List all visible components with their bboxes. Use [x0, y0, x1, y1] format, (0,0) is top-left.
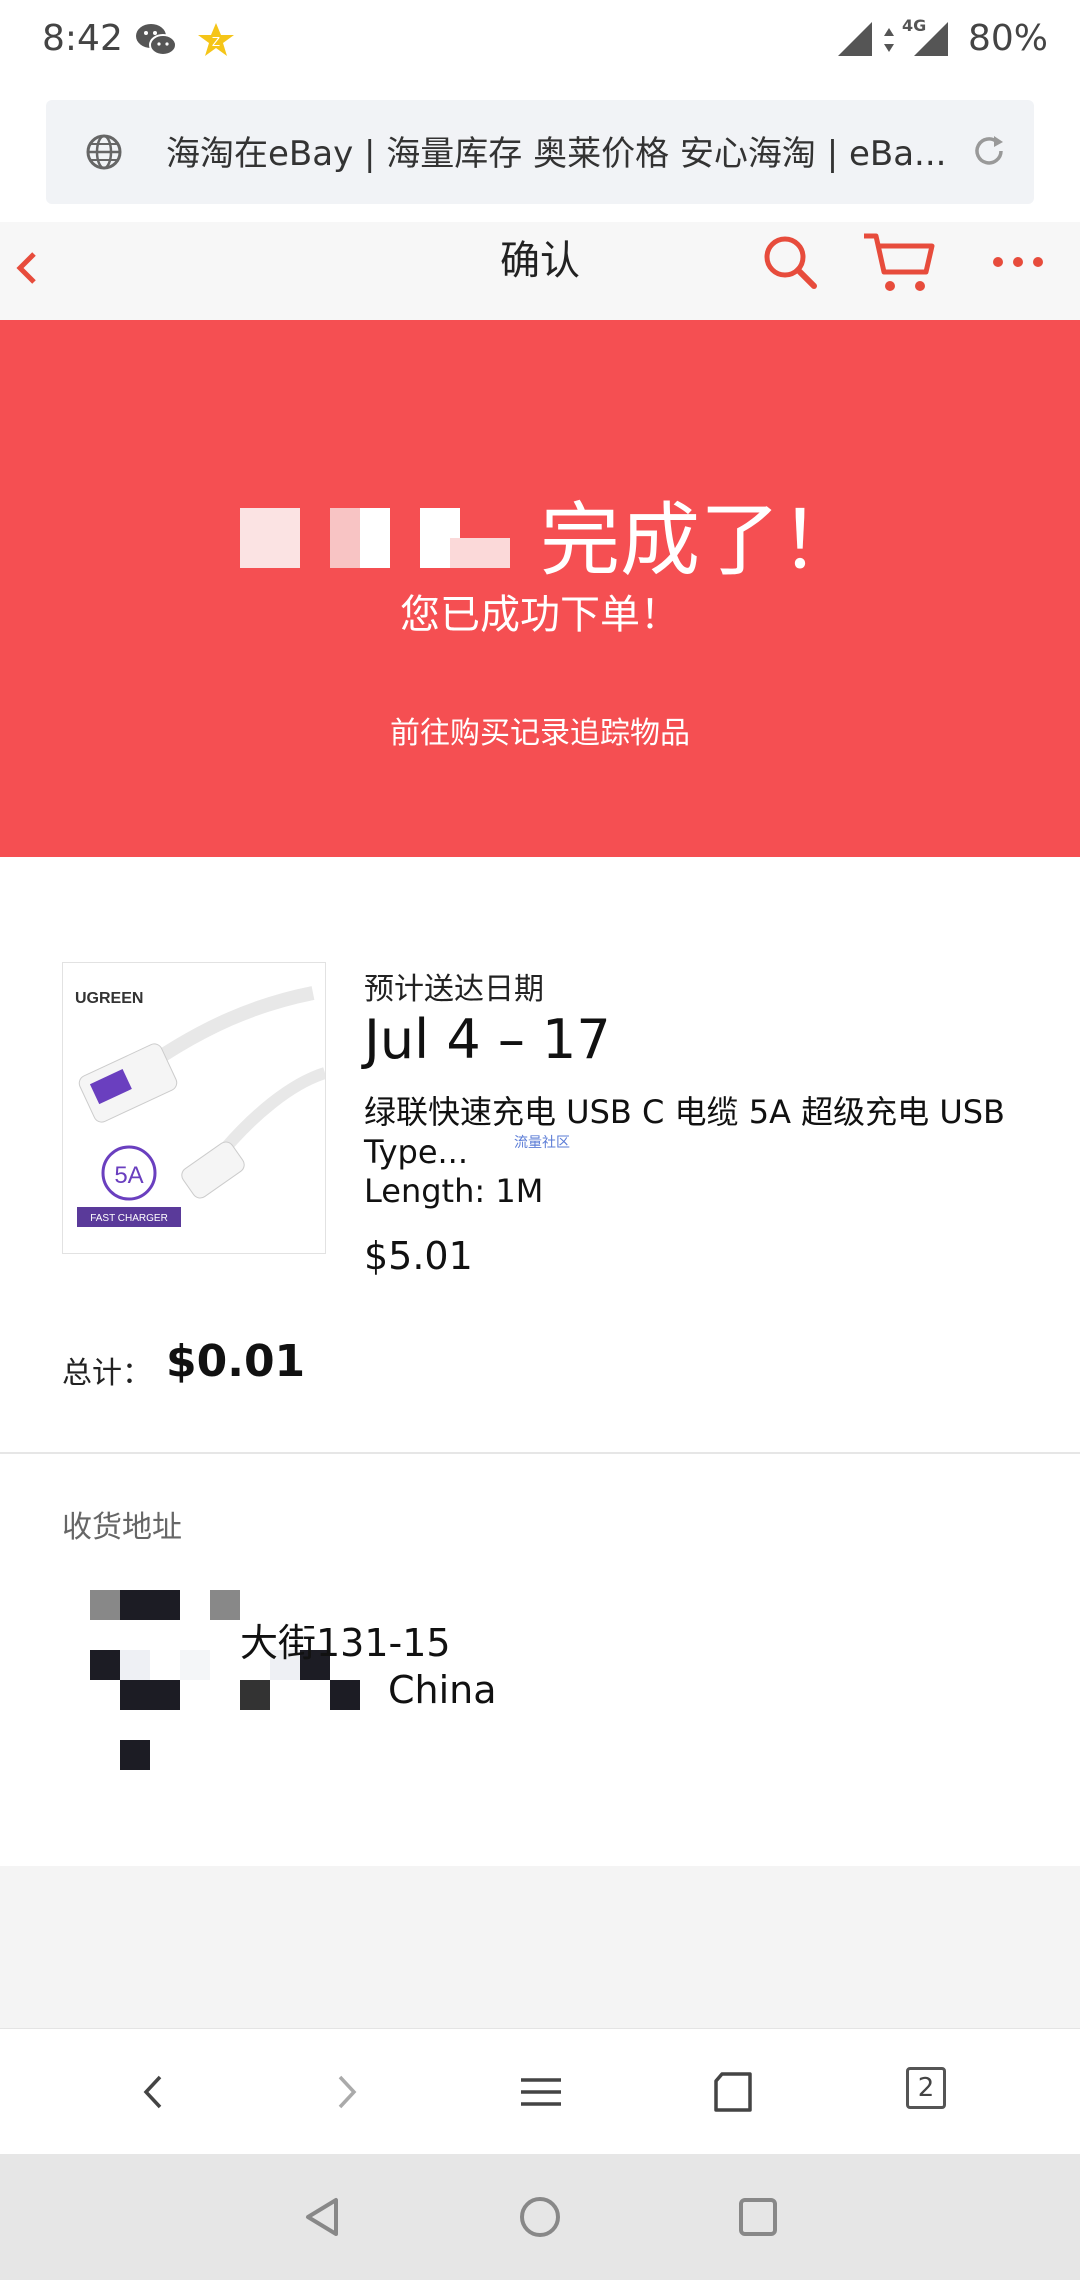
home-icon[interactable] — [708, 2067, 758, 2117]
nav-recents-icon[interactable] — [733, 2192, 783, 2242]
tabs-button[interactable]: 2 — [906, 2067, 946, 2109]
menu-icon[interactable] — [516, 2067, 566, 2117]
address-country: China — [388, 1668, 497, 1712]
track-orders-link[interactable]: 前往购买记录追踪物品 — [0, 708, 1080, 752]
status-time: 8:42 — [42, 18, 123, 59]
data-arrows-icon — [884, 28, 894, 52]
delivery-date: Jul 4 – 17 — [364, 1008, 611, 1071]
delivery-label: 预计送达日期 — [364, 972, 544, 1007]
watermark-text: 流量社区 — [514, 1135, 570, 1151]
browser-back-icon[interactable] — [128, 2067, 178, 2117]
product-caption: FAST CHARGER — [90, 1213, 168, 1224]
success-title: 完成了！ — [540, 494, 860, 587]
signal-4g-icon — [914, 22, 948, 56]
product-brand: UGREEN — [75, 990, 143, 1007]
usb-cable-image: UGREEN 5A FAST CHARGER — [63, 963, 325, 1253]
search-icon[interactable] — [760, 232, 820, 292]
address-heading: 收货地址 — [62, 1510, 182, 1545]
item-variant: Length: 1M — [364, 1172, 544, 1210]
svg-text:Z: Z — [212, 35, 220, 49]
total-value: $0.01 — [166, 1336, 306, 1387]
page-url-title[interactable]: 海淘在eBay | 海量库存 奥莱价格 安心海淘 | eBa... — [166, 126, 986, 175]
wechat-icon — [136, 24, 177, 56]
battery-level: 80% — [968, 18, 1049, 59]
product-badge: 5A — [114, 1162, 143, 1189]
reload-icon[interactable] — [970, 132, 1008, 170]
address-line: 大街131-15 — [240, 1621, 451, 1665]
order-success-banner: 完成了！ 您已成功下单！ 前往购买记录追踪物品 — [0, 320, 1080, 857]
item-title[interactable]: 绿联快速充电 USB C 电缆 5A 超级充电 USB Type... — [364, 1092, 1044, 1172]
url-bar[interactable]: 海淘在eBay | 海量库存 奥莱价格 安心海淘 | eBa... — [46, 100, 1034, 204]
signal-icon — [838, 22, 872, 56]
browser-forward-icon[interactable] — [322, 2067, 372, 2117]
cart-icon[interactable] — [862, 230, 936, 296]
status-bar: 8:42 Z 4G 80% — [0, 0, 1080, 82]
more-options-icon[interactable] — [990, 252, 1046, 272]
nav-back-icon[interactable] — [298, 2192, 348, 2242]
success-subtitle: 您已成功下单！ — [400, 592, 680, 638]
globe-icon — [86, 134, 122, 170]
star-notification-icon: Z — [198, 23, 234, 56]
browser-toolbar: 2 — [0, 2028, 1080, 2154]
page-header: 确认 — [0, 222, 1080, 320]
product-image[interactable]: UGREEN 5A FAST CHARGER — [62, 962, 326, 1254]
nav-home-icon[interactable] — [515, 2192, 565, 2242]
system-nav-bar — [0, 2154, 1080, 2280]
page-footer-area — [0, 1866, 1080, 2028]
section-divider — [0, 1452, 1080, 1454]
total-label: 总计： — [62, 1356, 152, 1391]
item-price: $5.01 — [364, 1234, 473, 1278]
